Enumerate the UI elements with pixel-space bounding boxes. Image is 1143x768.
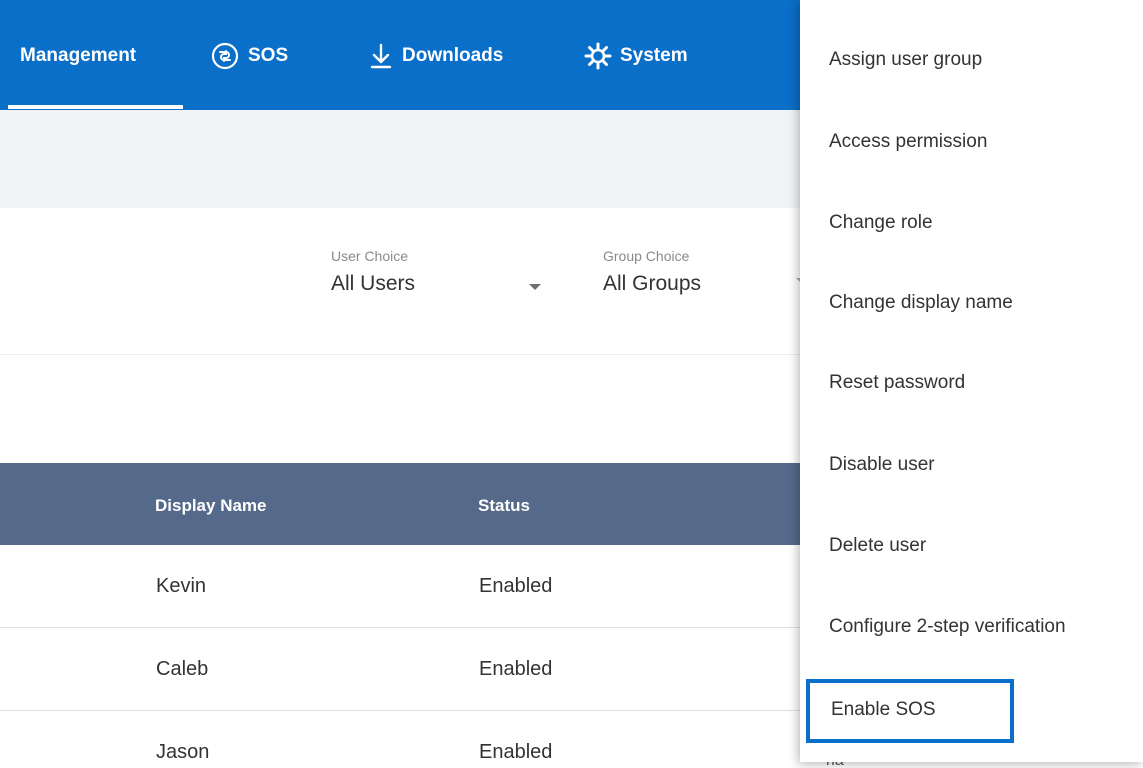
- menu-item-change-role[interactable]: Change role: [800, 173, 1143, 255]
- active-tab-indicator: [8, 105, 183, 109]
- menu-item-reset-password[interactable]: Reset password: [800, 336, 1143, 418]
- nav-tab-label: SOS: [248, 45, 289, 66]
- menu-item-assign-user-group[interactable]: Assign user group: [800, 10, 1143, 92]
- nav-tab-label: Downloads: [402, 45, 504, 66]
- menu-item-label: Change display name: [829, 292, 1013, 313]
- lifebuoy-icon: [210, 41, 240, 71]
- menu-item-label: Change role: [829, 212, 933, 233]
- menu-item-configure-2-step-verification[interactable]: Configure 2-step verification: [800, 580, 1143, 662]
- menu-item-label: Enable SOS: [831, 699, 936, 720]
- nav-tab-downloads[interactable]: Downloads: [368, 36, 503, 76]
- user-choice-value: All Users: [331, 272, 416, 295]
- menu-item-enable-sos[interactable]: Enable SOS: [806, 679, 1014, 743]
- group-choice-value: All Groups: [603, 272, 702, 295]
- group-choice-select[interactable]: Group Choice All Groups: [603, 248, 793, 296]
- menu-item-disable-user[interactable]: Disable user: [800, 418, 1143, 500]
- menu-item-change-display-name[interactable]: Change display name: [800, 255, 1143, 337]
- status-cell: Enabled: [479, 741, 553, 763]
- display-name-cell: Caleb: [156, 658, 209, 680]
- gear-icon: [584, 42, 612, 70]
- column-header-display-name[interactable]: Display Name: [155, 496, 267, 516]
- menu-item-label: Assign user group: [829, 49, 983, 70]
- menu-item-label: Disable user: [829, 454, 935, 475]
- menu-item-access-permission[interactable]: Access permission: [800, 92, 1143, 174]
- menu-item-label: Configure 2-step verification: [829, 616, 1066, 637]
- nav-tab-label: System: [620, 45, 688, 66]
- column-header-status[interactable]: Status: [478, 496, 530, 516]
- nav-tab-sos[interactable]: SOS: [210, 36, 288, 76]
- nav-tab-system[interactable]: System: [584, 36, 688, 76]
- nav-tab-label: Management: [20, 45, 137, 66]
- user-choice-label: User Choice: [331, 248, 409, 264]
- display-name-cell: Jason: [156, 741, 210, 763]
- user-choice-select[interactable]: User Choice All Users: [331, 248, 551, 296]
- display-name-cell: Kevin: [156, 575, 207, 597]
- user-actions-menu: Assign user group Access permission Chan…: [800, 0, 1143, 762]
- group-choice-label: Group Choice: [603, 248, 690, 264]
- menu-item-delete-user[interactable]: Delete user: [800, 499, 1143, 581]
- nav-tab-management[interactable]: Management: [20, 36, 136, 76]
- menu-item-label: Delete user: [829, 535, 927, 556]
- chevron-down-icon[interactable]: [529, 284, 541, 290]
- menu-item-label: Access permission: [829, 131, 988, 152]
- status-cell: Enabled: [479, 575, 553, 597]
- download-icon: [368, 42, 394, 70]
- menu-item-label: Reset password: [829, 372, 966, 393]
- status-cell: Enabled: [479, 658, 553, 680]
